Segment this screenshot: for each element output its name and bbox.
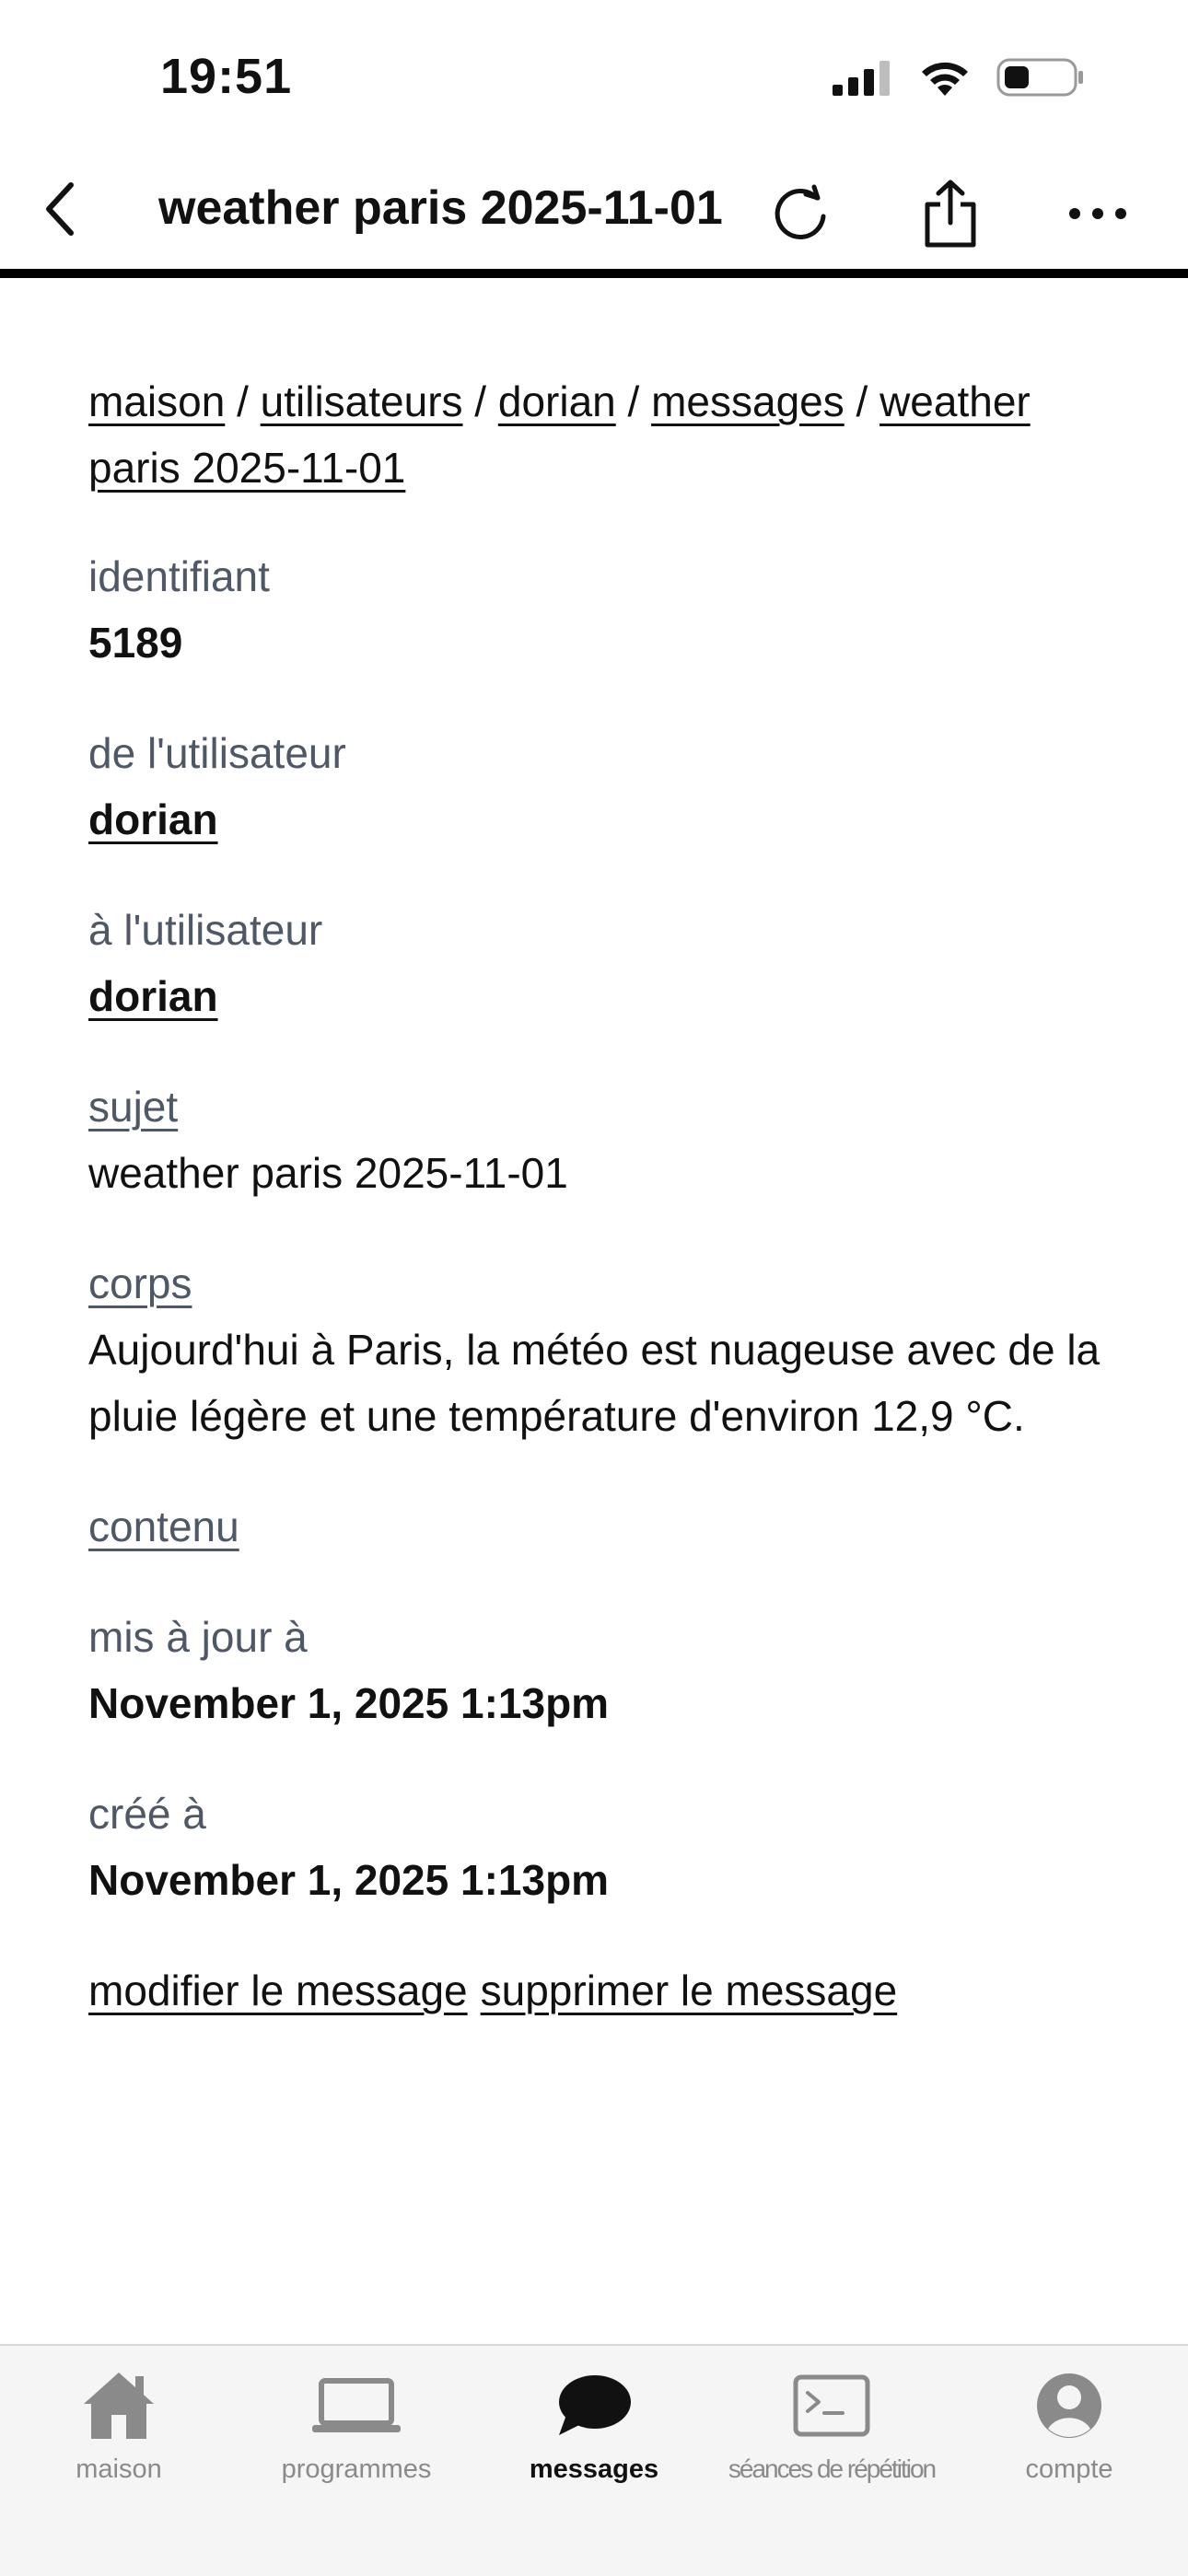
field-value-created-at: November 1, 2025 1:13pm — [88, 1856, 610, 1904]
field-value-body: Aujourd'hui à Paris, la météo est nuageu… — [88, 1326, 1101, 1440]
tab-maison[interactable]: maison — [0, 2364, 238, 2512]
house-icon — [84, 2373, 154, 2439]
reload-button[interactable] — [764, 177, 838, 250]
status-time: 19:51 — [160, 49, 293, 104]
field-label-content[interactable]: contenu — [88, 1493, 1101, 1560]
tab-programmes[interactable]: programmes — [238, 2364, 475, 2512]
breadcrumb-utilisateurs[interactable]: utilisateurs — [261, 377, 463, 425]
field-label-identifiant: identifiant — [88, 552, 270, 600]
terminal-icon — [793, 2374, 870, 2437]
field-body: corps Aujourd'hui à Paris, la météo est … — [88, 1250, 1101, 1449]
field-created-at: créé à November 1, 2025 1:13pm — [88, 1781, 1101, 1913]
breadcrumb-separator: / — [856, 377, 868, 425]
field-value-subject: weather paris 2025-11-01 — [88, 1149, 568, 1197]
message-actions: modifier le message supprimer le message — [88, 1957, 1101, 2024]
field-value-updated-at: November 1, 2025 1:13pm — [88, 1679, 610, 1727]
edit-message-link[interactable]: modifier le message — [88, 1967, 468, 2014]
reload-icon — [775, 184, 826, 239]
share-icon — [925, 180, 976, 248]
wifi-icon — [922, 62, 968, 96]
cellular-signal-icon — [833, 61, 890, 96]
breadcrumb-separator: / — [627, 377, 640, 425]
tab-label-compte: compte — [1025, 2454, 1113, 2484]
field-label-to-user: à l'utilisateur — [88, 906, 323, 954]
tab-messages[interactable]: messages — [475, 2364, 713, 2512]
tab-compte[interactable]: compte — [950, 2364, 1188, 2512]
to-user-link[interactable]: dorian — [88, 963, 1101, 1029]
breadcrumb-dorian[interactable]: dorian — [498, 377, 616, 425]
person-circle-icon — [1037, 2373, 1101, 2438]
field-label-subject[interactable]: sujet — [88, 1073, 1101, 1140]
message-detail: maison / utilisateurs / dorian / message… — [88, 368, 1101, 2024]
more-icon — [1069, 208, 1126, 219]
field-label-created-at: créé à — [88, 1790, 206, 1838]
tab-label-programmes: programmes — [281, 2454, 432, 2484]
breadcrumb-maison[interactable]: maison — [88, 377, 225, 425]
breadcrumb-messages[interactable]: messages — [651, 377, 844, 425]
field-content: contenu — [88, 1493, 1101, 1560]
field-label-from-user: de l'utilisateur — [88, 729, 346, 777]
tab-label-seances-de-repetition: séances de répétition — [728, 2454, 937, 2483]
tab-bar: maison programmes messages séances de ré… — [0, 2344, 1188, 2576]
field-label-body[interactable]: corps — [88, 1250, 1101, 1317]
field-updated-at: mis à jour à November 1, 2025 1:13pm — [88, 1604, 1101, 1736]
chat-bubble-icon — [559, 2375, 631, 2435]
navigation-bar: weather paris 2025-11-01 — [0, 157, 1188, 278]
tab-label-maison: maison — [76, 2454, 162, 2484]
from-user-link[interactable]: dorian — [88, 786, 1101, 853]
battery-icon — [996, 58, 1083, 97]
status-bar: 19:51 — [0, 0, 1188, 157]
back-button[interactable] — [28, 177, 92, 241]
tab-label-messages: messages — [529, 2454, 659, 2484]
breadcrumb-separator: / — [237, 377, 249, 425]
breadcrumb-separator: / — [474, 377, 487, 425]
field-subject: sujet weather paris 2025-11-01 — [88, 1073, 1101, 1206]
more-button[interactable] — [1061, 177, 1135, 250]
breadcrumb: maison / utilisateurs / dorian / message… — [88, 368, 1101, 501]
chevron-left-icon — [46, 182, 74, 236]
page-title: weather paris 2025-11-01 — [158, 181, 723, 235]
status-icons — [833, 57, 1085, 98]
field-label-updated-at: mis à jour à — [88, 1613, 308, 1661]
field-to-user: à l'utilisateur dorian — [88, 897, 1101, 1029]
delete-message-link[interactable]: supprimer le message — [481, 1967, 898, 2014]
share-button[interactable] — [914, 177, 987, 250]
laptop-icon — [312, 2378, 401, 2432]
field-from-user: de l'utilisateur dorian — [88, 720, 1101, 853]
field-value-identifiant: 5189 — [88, 619, 183, 667]
field-identifiant: identifiant 5189 — [88, 543, 1101, 676]
tab-seances-de-repetition[interactable]: séances de répétition — [713, 2364, 950, 2512]
